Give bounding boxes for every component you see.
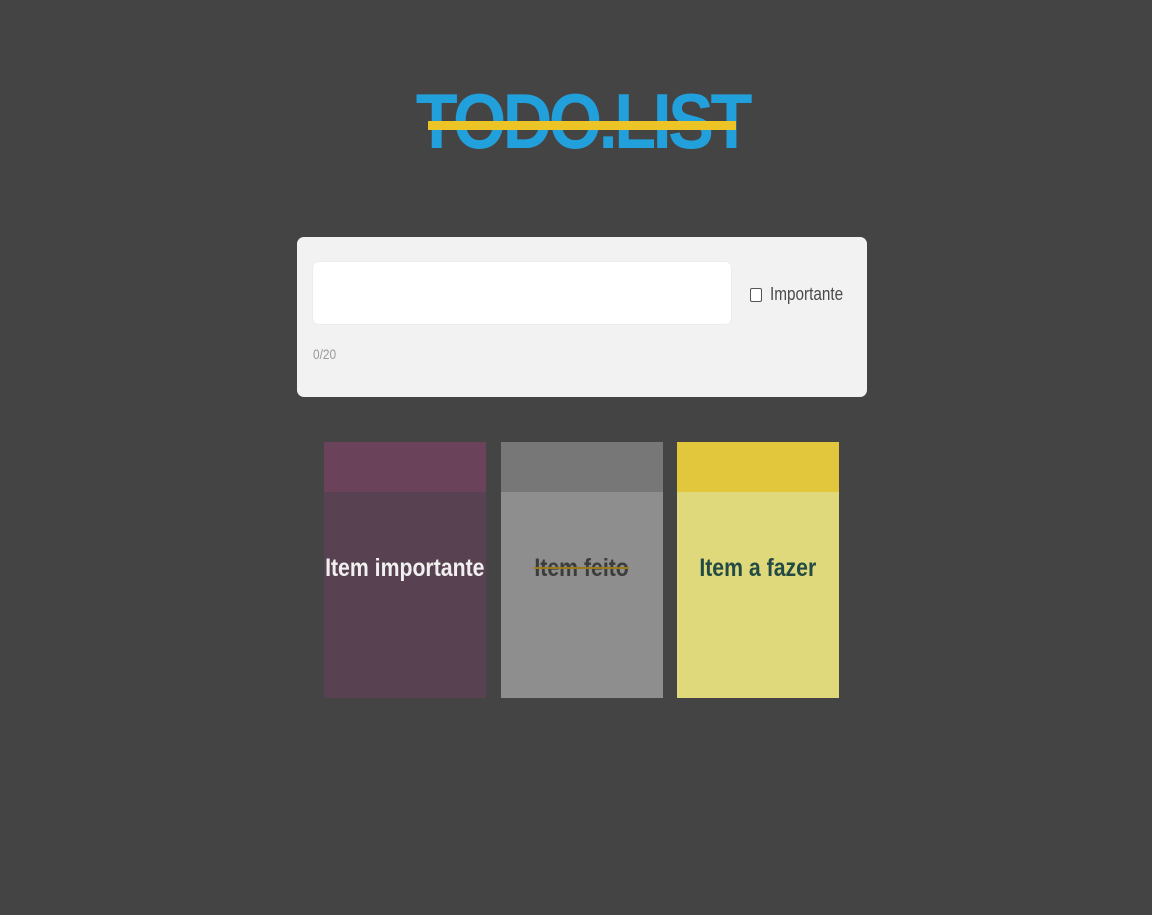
task-card-done[interactable]: Item feito (501, 442, 663, 698)
logo-strike-bar (428, 121, 736, 130)
important-toggle[interactable]: Importante (750, 284, 856, 305)
char-counter: 0/20 (313, 346, 337, 362)
card-label: Item feito (534, 554, 630, 582)
card-body: Item a fazer (677, 492, 839, 698)
task-card-important[interactable]: Item importante (324, 442, 486, 698)
card-header-bar (677, 442, 839, 492)
card-header-bar (324, 442, 486, 492)
card-label: Item a fazer (699, 554, 817, 582)
card-body: Item importante (324, 492, 486, 698)
task-card-todo[interactable]: Item a fazer (677, 442, 839, 698)
card-label: Item importante (325, 554, 485, 582)
app-logo: TODO.LIST (415, 80, 752, 162)
important-checkbox[interactable] (750, 287, 762, 302)
important-label[interactable]: Importante (770, 284, 843, 305)
card-header-bar (501, 442, 663, 492)
card-body: Item feito (501, 492, 663, 698)
task-input[interactable] (313, 262, 731, 324)
new-task-form: Importante 0/20 (297, 237, 867, 397)
